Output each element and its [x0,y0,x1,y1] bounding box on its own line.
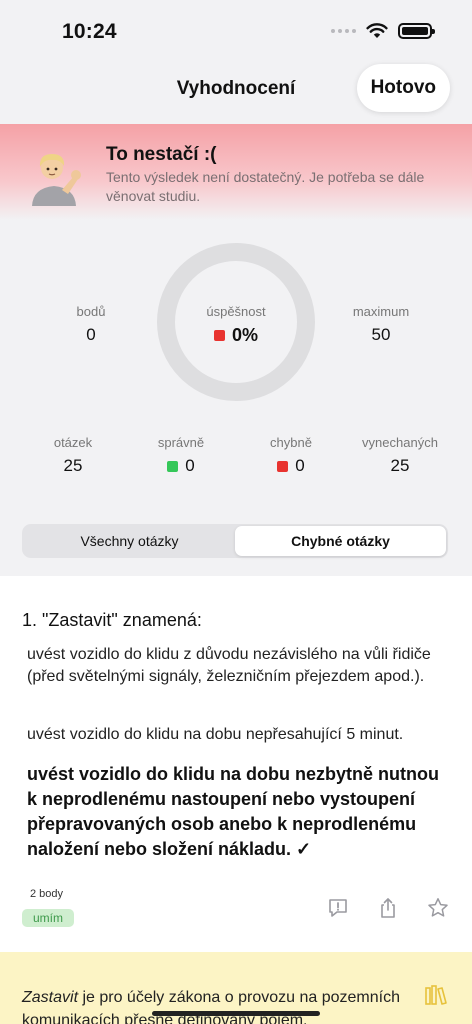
book-icon[interactable] [424,984,448,1006]
question-title: 1. "Zastavit" znamená: [22,610,202,630]
battery-icon [398,22,435,39]
question-card: 1. "Zastavit" znamená: uvést vozidlo do … [0,576,472,952]
signal-icon [331,28,356,33]
explanation-term: Zastavit [22,989,79,1006]
result-description: Tento výsledek není dostatečný. Je potře… [106,169,425,204]
home-indicator [152,1011,320,1016]
answer-option-correct: uvést vozidlo do klidu na dobu nezbytně … [27,764,439,859]
stat-skipped: vynechaných 25 [356,435,444,476]
questions-value: 25 [63,456,83,475]
explanation-body: je pro účely zákona o provozu na pozemní… [22,989,400,1024]
correct-color-square [167,460,179,472]
stat-success: úspěšnost 0% [186,304,286,346]
points-label: bodů [76,304,106,319]
question-actions [326,896,450,920]
tab-wrong-questions[interactable]: Chybné otázky [235,526,446,556]
question-filter-tabs: Všechny otázky Chybné otázky [22,524,448,558]
wrong-color-square [277,460,289,472]
success-value: 0% [231,325,258,345]
answer-option: uvést vozidlo do klidu z důvodu nezávisl… [27,646,431,685]
maximum-value: 50 [371,325,391,344]
stat-maximum: maximum 50 [344,304,418,345]
done-button[interactable]: Hotovo [356,64,450,112]
nav-bar: Vyhodnocení Hotovo [0,60,472,120]
status-bar: 10:24 [0,0,472,60]
status-icons [331,22,435,39]
points-value: 0 [86,325,96,344]
wrong-color-square [213,330,225,341]
result-title: To nestačí :( [106,144,217,165]
skipped-value: 25 [390,456,410,475]
correct-value: 0 [185,456,195,475]
maximum-label: maximum [352,304,410,319]
share-icon[interactable] [376,896,400,920]
explanation-text: Zastavit je pro účely zákona o provozu n… [22,986,422,1024]
skipped-label: vynechaných [362,435,438,450]
stat-questions: otázek 25 [42,435,104,476]
correct-label: správně [157,435,205,450]
star-icon[interactable] [426,896,450,920]
person-shrug-icon [32,154,81,206]
tab-all-questions[interactable]: Všechny otázky [24,526,235,556]
answer-option: uvést vozidlo do klidu na dobu nepřesahu… [27,726,404,743]
status-badge: umím [22,909,74,927]
result-banner: To nestačí :( Tento výsledek není dostat… [0,124,472,220]
wrong-value: 0 [295,456,305,475]
wrong-label: chybně [270,435,312,450]
stat-points: bodů 0 [60,304,122,345]
wifi-icon [366,23,388,38]
status-time: 10:24 [62,20,117,43]
success-label: úspěšnost [206,304,266,319]
stat-wrong: chybně 0 [260,435,322,476]
points-label: 2 body [30,888,64,900]
report-icon[interactable] [326,896,350,920]
questions-label: otázek [53,435,93,450]
stat-correct: správně 0 [150,435,212,476]
